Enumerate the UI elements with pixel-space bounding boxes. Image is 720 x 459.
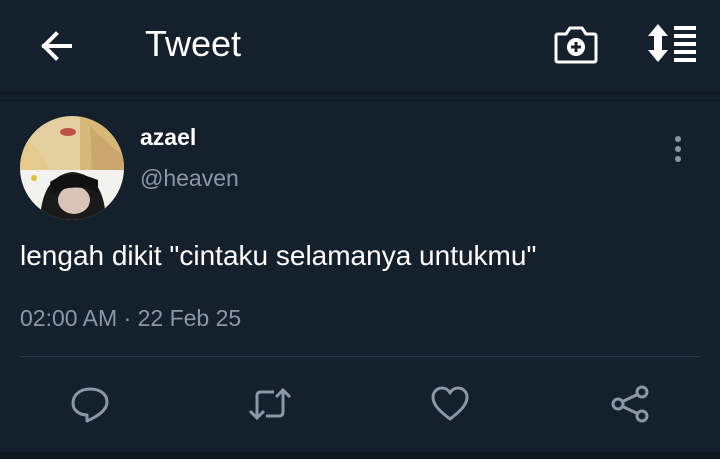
retweet-button[interactable] — [248, 380, 292, 428]
camera-button[interactable] — [552, 22, 600, 66]
bottom-edge — [0, 452, 720, 459]
reply-icon — [71, 387, 109, 423]
author-handle[interactable]: @heaven — [140, 165, 239, 192]
avatar-image — [20, 116, 124, 220]
back-arrow-icon — [41, 31, 72, 61]
author-name[interactable]: azael — [140, 124, 196, 151]
tweet-actions — [0, 380, 720, 432]
retweet-icon — [248, 387, 292, 421]
like-button[interactable] — [428, 380, 472, 428]
back-button[interactable] — [34, 24, 78, 68]
more-vertical-icon — [675, 136, 681, 162]
tweet-timestamp: 02:00 AM · 22 Feb 25 — [20, 305, 242, 331]
header-divider — [0, 100, 720, 101]
share-icon — [611, 385, 649, 423]
avatar[interactable] — [20, 116, 124, 220]
sort-list-icon — [648, 24, 696, 62]
actions-divider — [20, 356, 700, 357]
reply-button[interactable] — [68, 380, 112, 428]
app-header: Tweet — [0, 0, 720, 92]
sort-button[interactable] — [644, 22, 698, 66]
page-title: Tweet — [145, 23, 242, 64]
camera-plus-icon — [554, 26, 598, 64]
like-icon — [431, 386, 469, 421]
tweet-text: lengah dikit "cintaku selamanya untukmu" — [20, 240, 537, 271]
share-button[interactable] — [608, 380, 652, 428]
more-options-button[interactable] — [666, 134, 690, 166]
